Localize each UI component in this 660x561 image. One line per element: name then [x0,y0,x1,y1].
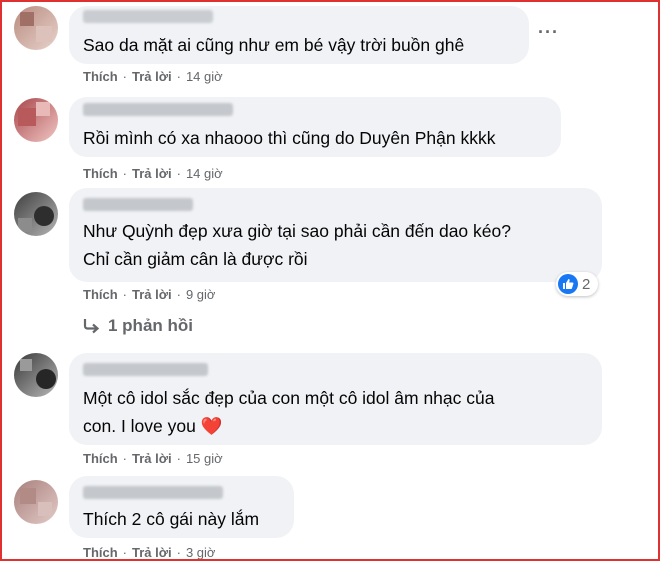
author-name-blurred [83,363,208,376]
timestamp[interactable]: 9 giờ [186,287,216,302]
comment-text: Thích 2 cô gái này lắm [83,509,260,529]
comment-actions: Thích · Trả lời · 9 giờ [83,287,216,302]
view-replies-link[interactable]: 1 phản hồi [82,316,193,336]
reply-link[interactable]: Trả lời [132,166,172,181]
comment-actions: Thích · Trả lời · 3 giờ [83,545,216,560]
like-link[interactable]: Thích [83,545,118,559]
like-link[interactable]: Thích [83,166,118,181]
reaction-count: 2 [582,275,591,293]
author-name-blurred [83,103,233,116]
avatar[interactable] [14,192,58,236]
comment-bubble: Rồi mình có xa nhaooo thì cũng do Duyên … [69,97,561,157]
author-name-blurred [83,486,223,499]
author-name-blurred [83,10,213,23]
screenshot-frame: Sao da mặt ai cũng như em bé vậy trời bu… [0,0,660,561]
reply-link[interactable]: Trả lời [132,69,172,84]
like-icon [558,274,578,294]
comment-text: Một cô idol sắc đẹp của con một cô idol … [83,388,495,408]
timestamp[interactable]: 14 giờ [186,69,223,84]
avatar[interactable] [14,353,58,397]
like-link[interactable]: Thích [83,287,118,302]
comment-actions: Thích · Trả lời · 14 giờ [83,69,223,84]
timestamp[interactable]: 15 giờ [186,451,223,466]
like-link[interactable]: Thích [83,69,118,84]
reply-arrow-icon [83,319,100,334]
comment-text: Chỉ cần giảm cân là được rồi [83,249,308,269]
comment-actions: Thích · Trả lời · 14 giờ [83,166,223,181]
replies-count-label: 1 phản hồi [108,316,193,335]
timestamp[interactable]: 14 giờ [186,166,223,181]
author-name-blurred [83,198,193,211]
comment-bubble: Một cô idol sắc đẹp của con một cô idol … [69,353,602,445]
timestamp[interactable]: 3 giờ [186,545,216,559]
reaction-badge[interactable]: 2 [556,272,599,296]
comment-text: Sao da mặt ai cũng như em bé vậy trời bu… [83,35,465,55]
comment-text: Như Quỳnh đẹp xưa giờ tại sao phải cần đ… [83,221,511,241]
reply-link[interactable]: Trả lời [132,545,172,559]
comment-text: con. I love you ❤️ [83,416,223,436]
comment-text: Rồi mình có xa nhaooo thì cũng do Duyên … [83,128,496,148]
like-link[interactable]: Thích [83,451,118,466]
avatar[interactable] [14,98,58,142]
reply-link[interactable]: Trả lời [132,287,172,302]
more-options-icon[interactable]: ··· [538,22,559,43]
comment-bubble: Sao da mặt ai cũng như em bé vậy trời bu… [69,6,529,64]
avatar[interactable] [14,6,58,50]
comment-bubble: Thích 2 cô gái này lắm [69,476,294,538]
comment-actions: Thích · Trả lời · 15 giờ [83,451,223,466]
reply-link[interactable]: Trả lời [132,451,172,466]
avatar[interactable] [14,480,58,524]
comment-bubble: Như Quỳnh đẹp xưa giờ tại sao phải cần đ… [69,188,602,282]
